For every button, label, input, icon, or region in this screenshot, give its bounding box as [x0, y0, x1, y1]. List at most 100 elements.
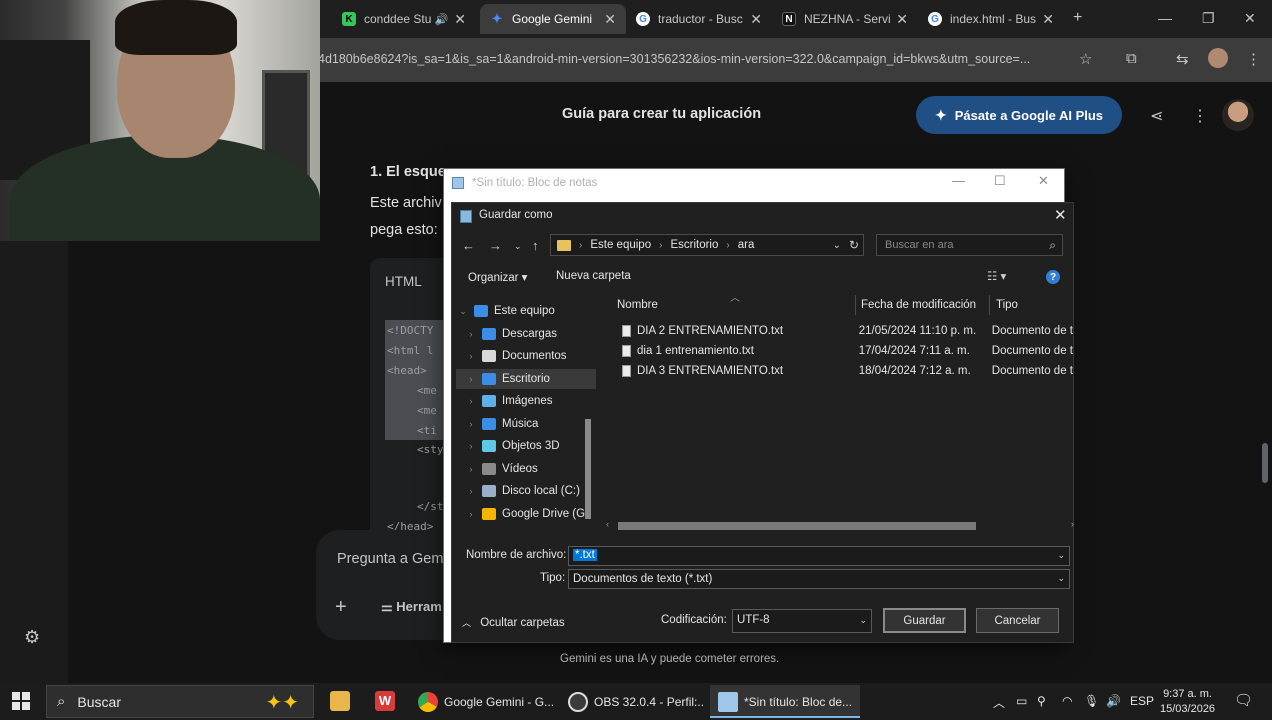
profile-avatar[interactable]	[1208, 48, 1228, 68]
tools-button[interactable]: ⚌ Herram	[381, 599, 442, 615]
save-button[interactable]: Guardar	[883, 608, 966, 633]
avatar[interactable]	[1222, 99, 1254, 131]
close-icon[interactable]: ✕	[896, 11, 908, 28]
wps-office-icon[interactable]: W	[375, 691, 395, 711]
prompt-placeholder[interactable]: Pregunta a Gemi	[337, 551, 447, 567]
close-icon[interactable]: ✕	[1042, 11, 1054, 28]
scroll-right-icon[interactable]: ›	[1071, 519, 1074, 529]
chevron-right-icon[interactable]: ›	[464, 464, 478, 474]
chevron-right-icon[interactable]: ›	[464, 419, 478, 429]
view-options-icon[interactable]: ☷ ▾	[987, 269, 1006, 283]
close-icon[interactable]: ✕	[1054, 206, 1067, 224]
menu-dots-icon[interactable]: ⋮	[1246, 50, 1261, 68]
chevron-right-icon[interactable]: ›	[464, 441, 478, 451]
filename-field[interactable]: *.txt ⌄	[568, 546, 1070, 566]
chevron-right-icon[interactable]: ›	[464, 374, 478, 384]
tab-google-gemini[interactable]: ✦ Google Gemini ✕	[480, 4, 626, 34]
encoding-select[interactable]: UTF-8 ⌄	[732, 609, 872, 633]
hide-folders-toggle[interactable]: ︿ Ocultar carpetas	[462, 616, 565, 629]
chevron-down-icon[interactable]: ⌄	[859, 615, 867, 626]
column-header-type[interactable]: Tipo	[996, 299, 1018, 311]
file-explorer-icon[interactable]	[330, 691, 350, 711]
wifi-icon[interactable]: ◠	[1062, 694, 1072, 708]
horizontal-scrollbar[interactable]: ‹ ›	[606, 519, 1074, 533]
filetype-select[interactable]: Documentos de texto (*.txt) ⌄	[568, 569, 1070, 589]
chevron-right-icon[interactable]: ›	[464, 509, 478, 519]
close-window-icon[interactable]: ✕	[1244, 10, 1256, 27]
close-icon[interactable]: ✕	[750, 11, 762, 28]
url-field[interactable]: 4d180b6e8624?is_sa=1&is_sa=1&android-min…	[318, 52, 1068, 66]
column-divider[interactable]	[855, 295, 856, 315]
refresh-icon[interactable]: ↻	[849, 238, 859, 252]
taskbar-item-gemini[interactable]: Google Gemini - G...	[410, 685, 555, 718]
gear-icon[interactable]: ⚙	[24, 627, 40, 648]
nav-item[interactable]: ⌄ Este equipo	[456, 301, 596, 321]
table-row[interactable]: dia 1 entrenamiento.txt 17/04/2024 7:11 a…	[618, 341, 1073, 361]
chevron-right-icon[interactable]: ›	[464, 329, 478, 339]
speaker-icon[interactable]: 🔊	[1106, 694, 1121, 708]
star-icon[interactable]: ☆	[1079, 50, 1092, 68]
nav-item[interactable]: › Documentos	[456, 346, 596, 366]
close-icon[interactable]: ✕	[454, 11, 466, 28]
help-icon[interactable]: ?	[1046, 270, 1060, 284]
minimize-icon[interactable]: —	[1158, 10, 1172, 26]
nav-item[interactable]: › Google Drive (G:	[456, 504, 596, 524]
share-icon[interactable]: ⋖	[1150, 106, 1163, 126]
column-divider[interactable]	[989, 295, 990, 315]
nav-item[interactable]: › Escritorio	[456, 368, 596, 389]
page-scrollbar[interactable]	[1262, 443, 1268, 483]
back-arrow-icon[interactable]: ←	[462, 238, 475, 253]
extensions-icon[interactable]: ⧉	[1126, 50, 1137, 67]
column-header-date[interactable]: Fecha de modificación	[861, 299, 976, 311]
table-row[interactable]: DIA 3 ENTRENAMIENTO.txt 18/04/2024 7:12 a…	[618, 361, 1073, 381]
chevron-right-icon[interactable]: ›	[464, 396, 478, 406]
breadcrumb-item[interactable]: ara	[738, 239, 755, 251]
nav-item[interactable]: › Imágenes	[456, 391, 596, 411]
network-icon[interactable]: ▭	[1016, 694, 1027, 708]
chevron-up-icon[interactable]: ︿	[993, 694, 1005, 711]
tab-traductor[interactable]: G traductor - Busc ✕	[626, 4, 772, 34]
nav-item[interactable]: › Vídeos	[456, 459, 596, 479]
nav-item[interactable]: › Música	[456, 414, 596, 434]
cancel-button[interactable]: Cancelar	[976, 608, 1059, 633]
restore-icon[interactable]: ❐	[1202, 10, 1215, 27]
organize-button[interactable]: Organizar ▾	[468, 270, 527, 284]
chevron-down-icon[interactable]: ⌄	[514, 241, 522, 252]
chevron-down-icon[interactable]: ⌄	[1057, 573, 1065, 584]
nav-item[interactable]: › Descargas	[456, 324, 596, 344]
scroll-left-icon[interactable]: ‹	[606, 519, 609, 529]
tab-search-icon[interactable]: ⇆	[1176, 50, 1189, 68]
microphone-icon[interactable]: 🎙	[1084, 694, 1099, 708]
maximize-icon[interactable]: ☐	[994, 173, 1006, 189]
taskbar-search[interactable]: ⌕ Buscar ✦✦	[46, 685, 314, 718]
minimize-icon[interactable]: —	[952, 173, 965, 188]
close-icon[interactable]: ✕	[1038, 173, 1049, 189]
nav-item[interactable]: › Objetos 3D	[456, 436, 596, 456]
search-input[interactable]: Buscar en ara ⌕	[876, 234, 1063, 256]
taskbar-item-obs[interactable]: OBS 32.0.4 - Perfil:...	[560, 685, 705, 718]
lock-icon[interactable]: ⚲	[1037, 694, 1046, 708]
column-header-name[interactable]: Nombre	[617, 299, 658, 311]
chevron-right-icon[interactable]: ›	[464, 486, 478, 496]
breadcrumb[interactable]: › Este equipo › Escritorio › ara ⌄ ↻	[550, 234, 864, 256]
tab-conddee[interactable]: K conddee Stu 🔊 ✕	[332, 4, 476, 34]
breadcrumb-item[interactable]: Escritorio	[670, 239, 718, 251]
close-icon[interactable]: ✕	[604, 11, 616, 28]
clock[interactable]: 9:37 a. m. 15/03/2026	[1160, 687, 1215, 717]
more-options-icon[interactable]: ⋮	[1192, 106, 1208, 126]
chevron-down-icon[interactable]: ⌄	[456, 306, 470, 317]
tab-nezhna[interactable]: N NEZHNA - Servi ✕	[772, 4, 918, 34]
forward-arrow-icon[interactable]: →	[489, 238, 502, 253]
chevron-down-icon[interactable]: ⌄	[1057, 550, 1065, 561]
windows-start-icon[interactable]	[12, 692, 30, 710]
breadcrumb-item[interactable]: Este equipo	[590, 239, 651, 251]
chevron-down-icon[interactable]: ⌄	[833, 240, 841, 251]
taskbar-item-notepad[interactable]: *Sin título: Bloc de...	[710, 685, 860, 718]
add-attachment-button[interactable]: +	[335, 596, 347, 619]
notification-icon[interactable]: 🗨	[1234, 691, 1253, 709]
upgrade-button[interactable]: ✦ Pásate a Google AI Plus	[916, 96, 1122, 134]
new-folder-button[interactable]: Nueva carpeta	[556, 270, 631, 282]
new-tab-icon[interactable]: +	[1073, 9, 1082, 27]
up-arrow-icon[interactable]: ↑	[532, 238, 539, 253]
scrollbar-thumb[interactable]	[585, 419, 591, 519]
